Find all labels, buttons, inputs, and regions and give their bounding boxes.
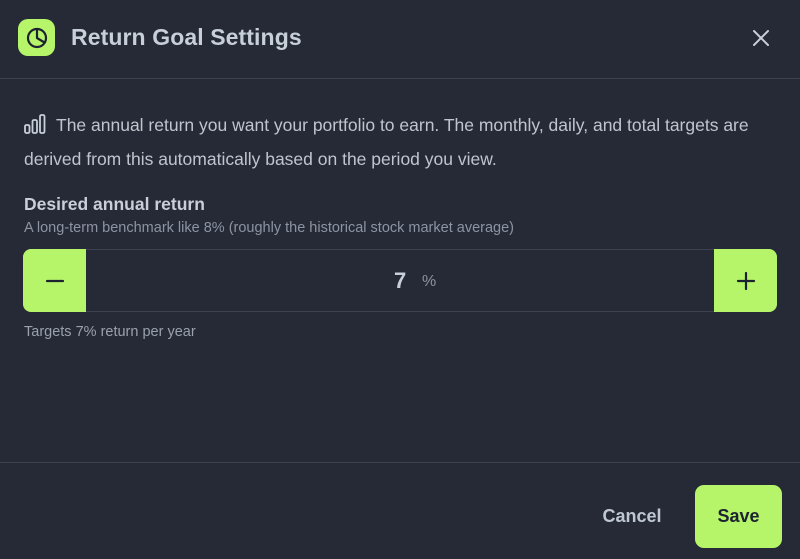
dialog-footer: Cancel Save (0, 462, 800, 559)
close-button[interactable] (748, 25, 774, 51)
dialog-header: Return Goal Settings (0, 0, 800, 79)
dialog-title: Return Goal Settings (71, 24, 302, 50)
close-icon (753, 30, 769, 46)
minus-icon (45, 279, 64, 282)
field-hint: A long-term benchmark like 8% (roughly t… (24, 220, 514, 236)
description: The annual return you want your portfoli… (24, 110, 764, 175)
save-button[interactable]: Save (695, 485, 782, 548)
return-value-input[interactable]: 7 (394, 268, 406, 294)
cancel-button[interactable]: Cancel (590, 496, 674, 536)
increment-button[interactable] (714, 249, 777, 312)
target-summary: Targets 7% return per year (24, 324, 196, 340)
plus-icon (736, 271, 755, 290)
annual-return-stepper: 7 % (23, 249, 777, 312)
decrement-button[interactable] (23, 249, 86, 312)
return-goal-dialog: Return Goal Settings The annual return y… (0, 0, 800, 559)
field-label: Desired annual return (24, 194, 205, 214)
pie-chart-icon (18, 19, 55, 56)
bar-chart-icon (24, 113, 46, 144)
description-text: The annual return you want your portfoli… (24, 115, 749, 169)
percent-unit: % (422, 273, 437, 290)
